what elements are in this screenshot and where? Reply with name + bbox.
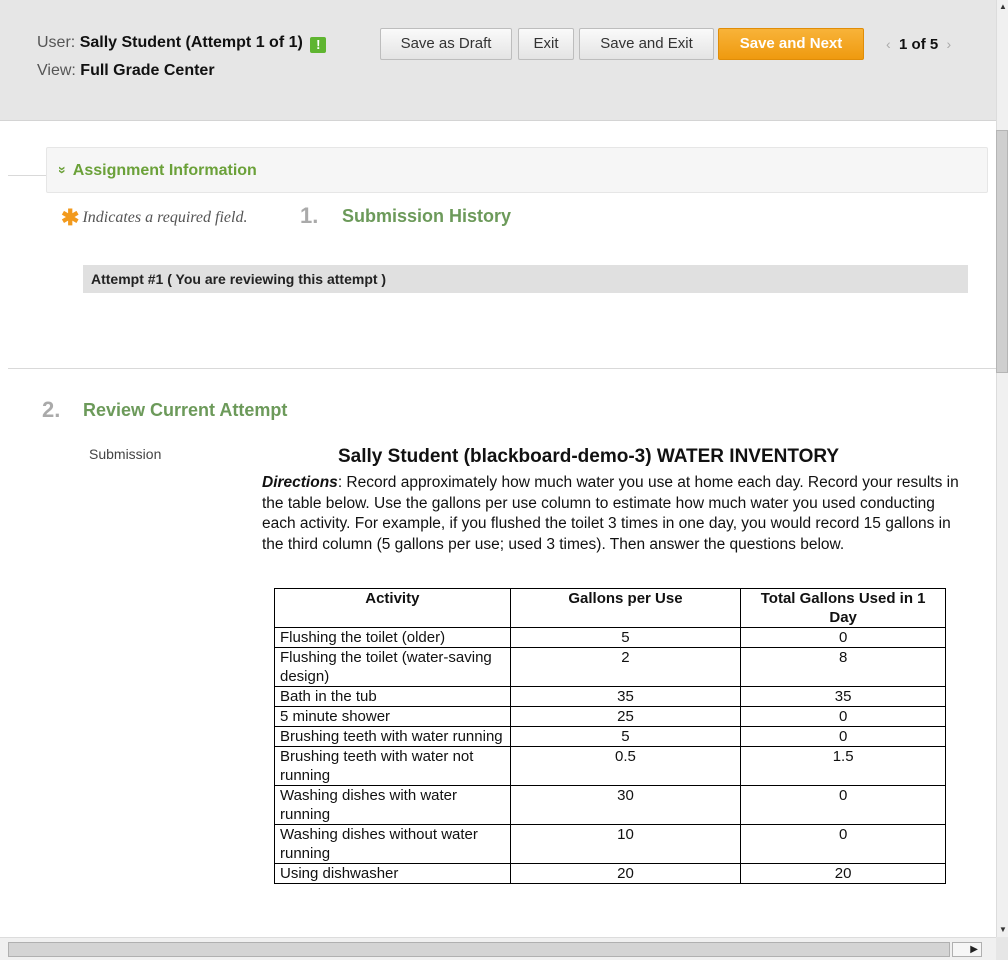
required-field-note: ✱ Indicates a required field. (61, 205, 247, 231)
table-row: Flushing the toilet (water-saving design… (274, 647, 946, 687)
attempt-pager: ‹ 1 of 5 › (886, 36, 951, 53)
scroll-up-icon[interactable]: ▲ (997, 0, 1008, 14)
section-number: 1. (300, 203, 319, 228)
table-header-row: Activity Gallons per Use Total Gallons U… (274, 588, 946, 628)
section-divider (8, 368, 996, 369)
column-header: Activity (274, 588, 511, 628)
table-row: Washing dishes with water running 30 0 (274, 785, 946, 825)
view-info: View: Full Grade Center (37, 62, 215, 80)
horizontal-scrollbar[interactable]: ▶ (0, 937, 996, 960)
water-inventory-table: Activity Gallons per Use Total Gallons U… (274, 588, 946, 884)
directions-label: Directions (262, 474, 338, 491)
gallons-per-use-cell: 5 (509, 726, 742, 747)
assignment-information-toggle[interactable]: » Assignment Information (55, 162, 257, 180)
gallons-per-use-cell: 25 (509, 706, 742, 727)
total-gallons-cell: 20 (740, 863, 946, 884)
attempt-bar[interactable]: Attempt #1 ( You are reviewing this atte… (83, 265, 968, 293)
total-gallons-cell: 0 (740, 726, 946, 747)
activity-cell: 5 minute shower (274, 706, 511, 727)
vertical-scroll-thumb[interactable] (996, 130, 1008, 373)
table-row: Using dishwasher 20 20 (274, 863, 946, 884)
required-star-icon: ✱ (61, 205, 80, 230)
activity-cell: Brushing teeth with water running (274, 726, 511, 747)
total-gallons-cell: 0 (740, 824, 946, 864)
exit-button[interactable]: Exit (518, 28, 574, 60)
section-number: 2. (42, 397, 61, 422)
view-label: View: (37, 62, 76, 79)
save-and-next-button[interactable]: Save and Next (718, 28, 864, 60)
activity-cell: Bath in the tub (274, 686, 511, 707)
view-name: Full Grade Center (80, 62, 215, 79)
pager-position: 1 of 5 (899, 36, 939, 53)
table-row: Brushing teeth with water running 5 0 (274, 726, 946, 747)
table-row: Flushing the toilet (older) 5 0 (274, 627, 946, 648)
needs-grading-icon[interactable]: ! (310, 37, 327, 53)
column-header: Gallons per Use (509, 588, 742, 628)
column-header: Total Gallons Used in 1 Day (740, 588, 946, 628)
horizontal-scroll-thumb[interactable] (8, 942, 950, 957)
gallons-per-use-cell: 20 (509, 863, 742, 884)
save-as-draft-button[interactable]: Save as Draft (380, 28, 512, 60)
total-gallons-cell: 1.5 (740, 746, 946, 786)
user-label: User: (37, 34, 76, 51)
gallons-per-use-cell: 2 (509, 647, 742, 687)
scroll-right-icon[interactable]: ▶ (952, 942, 982, 957)
activity-cell: Using dishwasher (274, 863, 511, 884)
table-row: Washing dishes without water running 10 0 (274, 824, 946, 864)
gallons-per-use-cell: 5 (509, 627, 742, 648)
previous-attempt-icon[interactable]: ‹ (886, 36, 891, 52)
activity-cell: Washing dishes with water running (274, 785, 511, 825)
gallons-per-use-cell: 35 (509, 686, 742, 707)
total-gallons-cell: 8 (740, 647, 946, 687)
user-info: User: Sally Student (Attempt 1 of 1) ! (37, 34, 327, 53)
activity-cell: Brushing teeth with water not running (274, 746, 511, 786)
gallons-per-use-cell: 10 (509, 824, 742, 864)
chevron-down-icon: » (54, 166, 71, 174)
submission-history-heading: Submission History (342, 206, 512, 226)
activity-cell: Flushing the toilet (older) (274, 627, 511, 648)
grading-toolbar: User: Sally Student (Attempt 1 of 1) ! V… (0, 0, 996, 121)
divider-left (8, 175, 46, 176)
review-current-attempt-heading: Review Current Attempt (83, 400, 288, 420)
required-field-text: Indicates a required field. (82, 209, 248, 226)
gallons-per-use-cell: 30 (509, 785, 742, 825)
vertical-scrollbar[interactable]: ▲ ▼ (996, 0, 1008, 937)
user-name: Sally Student (Attempt 1 of 1) (79, 34, 303, 51)
directions-text: : Record approximately how much water yo… (262, 474, 959, 553)
total-gallons-cell: 0 (740, 706, 946, 727)
total-gallons-cell: 0 (740, 627, 946, 648)
gallons-per-use-cell: 0.5 (509, 746, 742, 786)
document-title: Sally Student (blackboard-demo-3) WATER … (338, 446, 840, 467)
save-and-exit-button[interactable]: Save and Exit (579, 28, 714, 60)
scrollbar-corner (996, 937, 1008, 960)
assignment-information-panel[interactable]: » Assignment Information (46, 147, 988, 193)
total-gallons-cell: 0 (740, 785, 946, 825)
table-row: Brushing teeth with water not running 0.5… (274, 746, 946, 786)
next-attempt-icon[interactable]: › (947, 36, 952, 52)
assignment-information-heading: Assignment Information (72, 162, 257, 179)
total-gallons-cell: 35 (740, 686, 946, 707)
submission-label: Submission (89, 446, 162, 462)
directions-paragraph: Directions: Record approximately how muc… (262, 473, 962, 555)
activity-cell: Flushing the toilet (water-saving design… (274, 647, 511, 687)
table-row: Bath in the tub 35 35 (274, 686, 946, 707)
table-row: 5 minute shower 25 0 (274, 706, 946, 727)
scroll-down-icon[interactable]: ▼ (997, 923, 1008, 937)
activity-cell: Washing dishes without water running (274, 824, 511, 864)
